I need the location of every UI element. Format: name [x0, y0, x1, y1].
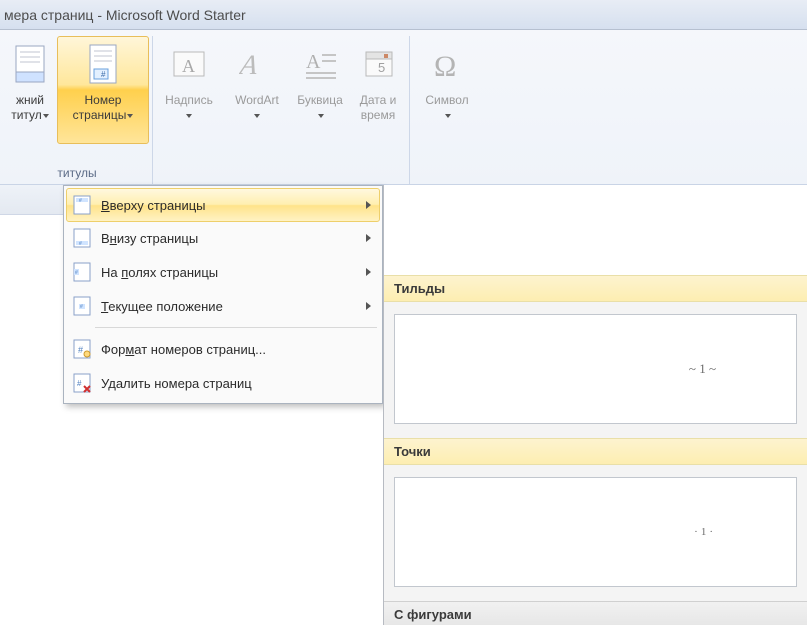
menu-label: Формат номеров страниц... [101, 342, 266, 357]
submenu-arrow-icon [366, 201, 371, 209]
svg-text:#: # [75, 270, 78, 276]
dropcap-label: Буквица [297, 93, 343, 123]
gallery-top-spacer [384, 185, 807, 275]
page-number-gallery: Тильды ~ 1 ~ Точки ·1· С фигурами [383, 185, 807, 625]
datetime-icon: 5 [355, 41, 401, 87]
svg-text:#: # [78, 345, 83, 355]
footer-icon [7, 41, 53, 87]
menu-remove-page-numbers[interactable]: # Удалить номера страниц [67, 366, 379, 400]
menu-label: Вверху страницы [101, 198, 206, 213]
symbol-icon: Ω [424, 41, 470, 87]
ribbon-group-symbols: Ω Символ [410, 36, 484, 184]
menu-bottom-of-page[interactable]: # Внизу страницы [67, 221, 379, 255]
menu-current-position[interactable]: # Текущее положение [67, 289, 379, 323]
svg-text:#: # [77, 379, 82, 388]
thumb-preview: ~ 1 ~ [689, 361, 716, 377]
menu-separator [95, 327, 377, 328]
window-title: мера страниц - Microsoft Word Starter [4, 7, 246, 23]
format-icon: # [71, 338, 93, 360]
textbox-label: Надпись [165, 93, 213, 123]
current-pos-icon: # [71, 295, 93, 317]
svg-text:A: A [306, 51, 321, 73]
menu-format-page-numbers[interactable]: # Формат номеров страниц... [67, 332, 379, 366]
page-number-dropdown: # Вверху страницы # Внизу страницы # На … [63, 185, 383, 404]
menu-label: Текущее положение [101, 299, 223, 314]
dropcap-button[interactable]: A Буквица [292, 36, 348, 144]
title-bar: мера страниц - Microsoft Word Starter [0, 0, 807, 30]
symbol-label: Символ [425, 93, 468, 123]
wordart-label: WordArt [235, 93, 279, 123]
submenu-arrow-icon [366, 302, 371, 310]
svg-text:#: # [79, 198, 82, 204]
symbol-button[interactable]: Ω Символ [413, 36, 481, 144]
datetime-button[interactable]: 5 Дата ивремя [350, 36, 406, 144]
svg-text:A: A [239, 50, 260, 81]
gallery-heading-tildes: Тильды [384, 275, 807, 302]
thumb-preview: ·1· [694, 526, 716, 538]
datetime-label: Дата ивремя [360, 93, 397, 123]
group-label-headers: титулы [5, 164, 149, 184]
ribbon-group-headers: жний титул # Номер страницы титулы [2, 36, 153, 184]
footer-label: жний титул [11, 93, 49, 123]
gallery-item-dots[interactable]: ·1· [394, 477, 797, 587]
textbox-icon: A [166, 41, 212, 87]
gallery-heading-shapes: С фигурами [384, 601, 807, 625]
wordart-button[interactable]: A WordArt [224, 36, 290, 144]
ribbon-group-text: A Надпись A WordArt A Буквица 5 Д [153, 36, 410, 184]
page-bottom-icon: # [71, 227, 93, 249]
wordart-icon: A [234, 41, 280, 87]
svg-text:#: # [79, 241, 82, 247]
submenu-arrow-icon [366, 268, 371, 276]
page-number-label: Номер страницы [73, 93, 134, 123]
menu-label: Внизу страницы [101, 231, 198, 246]
submenu-arrow-icon [366, 234, 371, 242]
svg-text:#: # [80, 304, 83, 310]
textbox-button[interactable]: A Надпись [156, 36, 222, 144]
footer-button[interactable]: жний титул [5, 36, 55, 144]
dropcap-icon: A [297, 41, 343, 87]
gallery-item-tilde[interactable]: ~ 1 ~ [394, 314, 797, 424]
tab-strip-fragment [0, 185, 63, 215]
menu-top-of-page[interactable]: # Вверху страницы [66, 188, 380, 222]
page-number-icon: # [80, 41, 126, 87]
menu-label: На полях страницы [101, 265, 218, 280]
ribbon: жний титул # Номер страницы титулы A [0, 30, 807, 185]
svg-text:5: 5 [378, 60, 385, 75]
gallery-heading-dots: Точки [384, 438, 807, 465]
menu-page-margins[interactable]: # На полях страницы [67, 255, 379, 289]
page-number-button[interactable]: # Номер страницы [57, 36, 149, 144]
menu-label: Удалить номера страниц [101, 376, 252, 391]
page-top-icon: # [71, 194, 93, 216]
remove-icon: # [71, 372, 93, 394]
page-margin-icon: # [71, 261, 93, 283]
svg-text:Ω: Ω [434, 50, 456, 82]
svg-text:A: A [182, 56, 195, 76]
svg-text:#: # [101, 70, 106, 79]
